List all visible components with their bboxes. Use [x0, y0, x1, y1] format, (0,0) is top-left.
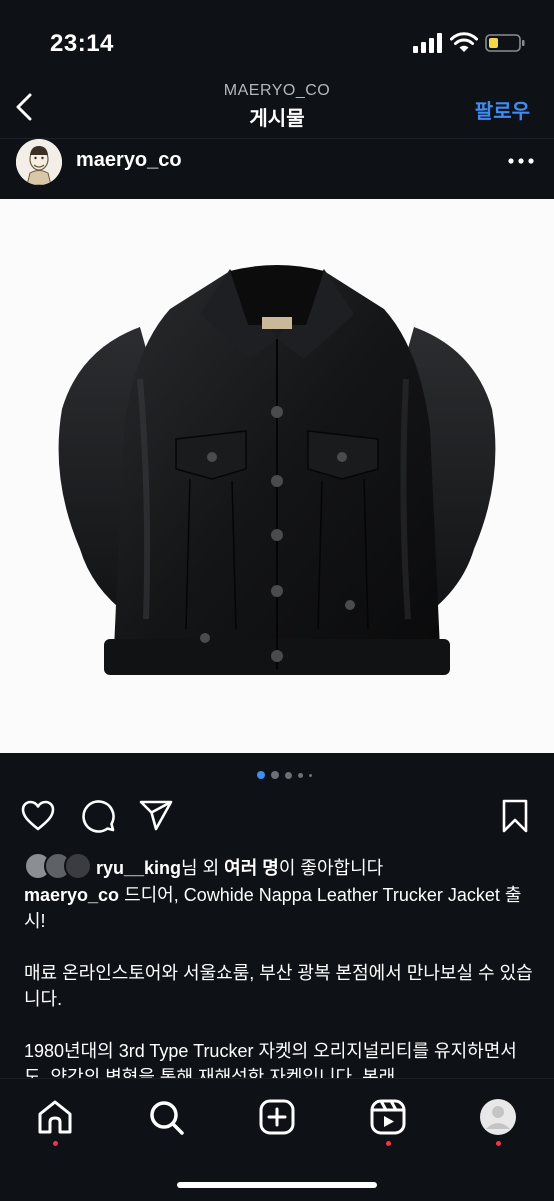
search-icon[interactable]: [146, 1097, 186, 1137]
post-caption: maeryo_co 드디어, Cowhide Nappa Leather Tru…: [24, 882, 534, 1078]
caption-author[interactable]: maeryo_co: [24, 885, 119, 905]
home-indicator: [177, 1182, 377, 1188]
profile-notification-dot: [496, 1141, 501, 1146]
caption-first-paragraph: maeryo_co 드디어, Cowhide Nappa Leather Tru…: [24, 882, 534, 934]
reels-notification-dot: [386, 1141, 391, 1146]
caption-paragraph-2: 매료 온라인스토어와 서울쇼룸, 부산 광복 본점에서 만나보실 수 있습니다.: [24, 963, 533, 1009]
caption-paragraph-3: 1980년대의 3rd Type Trucker 자켓의 오리지널리티를 유지하…: [24, 1041, 517, 1078]
home-icon[interactable]: [35, 1097, 75, 1137]
reels-icon[interactable]: [368, 1097, 408, 1137]
create-icon[interactable]: [257, 1097, 297, 1137]
caption-clip: maeryo_co 드디어, Cowhide Nappa Leather Tru…: [0, 0, 554, 1078]
profile-icon[interactable]: [478, 1097, 518, 1137]
home-notification-dot: [53, 1141, 58, 1146]
